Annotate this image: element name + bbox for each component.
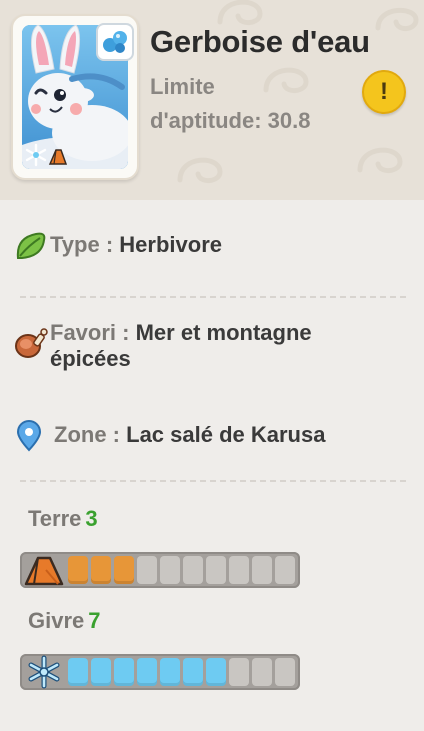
level-segment-filled — [91, 658, 111, 686]
aptitude-label: Limite — [150, 74, 215, 99]
level-segment-filled — [91, 556, 111, 584]
aptitude-value: d'aptitude: 30.8 — [150, 108, 311, 133]
snowflake-icon — [28, 655, 60, 689]
divider — [20, 296, 406, 298]
earth-pyramid-icon — [24, 556, 64, 586]
element-badge — [96, 23, 134, 61]
work-label-givre: Givre 7 — [28, 608, 101, 634]
level-segment-empty — [137, 556, 157, 584]
water-drop-icon — [103, 31, 127, 53]
zone-label: Zone : — [54, 422, 120, 447]
map-pin-icon — [16, 420, 42, 452]
level-segment-filled — [68, 658, 88, 686]
favori-value-line1: Mer et montagne — [135, 320, 312, 345]
level-segment-empty — [275, 556, 295, 584]
work-bar-givre — [20, 654, 300, 690]
level-segment-empty — [229, 658, 249, 686]
snowflake-icon — [25, 143, 47, 167]
favori-value-line2: épicées — [50, 346, 131, 371]
work-bar-terre — [20, 552, 300, 588]
level-segment-filled — [183, 658, 203, 686]
level-segment-empty — [229, 556, 249, 584]
work-level: 3 — [85, 506, 98, 531]
level-segment-filled — [114, 556, 134, 584]
level-segment-empty — [252, 556, 272, 584]
level-segment-filled — [114, 658, 134, 686]
favori-label: Favori : — [50, 320, 130, 345]
work-level: 7 — [88, 608, 101, 633]
swirl-decoration-icon — [357, 147, 403, 173]
work-name: Terre — [28, 506, 82, 531]
aptitude-limit: Limite d'aptitude: 30.8 — [150, 70, 360, 138]
swirl-decoration-icon — [177, 157, 223, 183]
level-segment-filled — [137, 658, 157, 686]
level-segment-filled — [160, 658, 180, 686]
work-name: Givre — [28, 608, 85, 633]
zone-value: Lac salé de Karusa — [126, 422, 326, 447]
zone-row: Zone : Lac salé de Karusa — [14, 420, 414, 452]
level-segment-filled — [68, 556, 88, 584]
alert-button[interactable]: ! — [362, 70, 406, 114]
level-segment-empty — [275, 658, 295, 686]
leaf-icon — [16, 232, 46, 259]
level-segment-filled — [206, 658, 226, 686]
favori-row: Favori : Mer et montagne épicées — [14, 320, 414, 374]
work-label-terre: Terre 3 — [28, 506, 98, 532]
level-segment-empty — [206, 556, 226, 584]
divider — [20, 480, 406, 482]
earth-pyramid-icon — [48, 149, 68, 165]
level-segment-empty — [183, 556, 203, 584]
level-segment-empty — [160, 556, 180, 584]
pal-name: Gerboise d'eau — [150, 24, 370, 59]
type-row: Type : Herbivore — [14, 232, 414, 262]
meat-icon — [15, 328, 48, 358]
swirl-decoration-icon — [375, 7, 419, 31]
type-value: Herbivore — [119, 232, 222, 257]
level-segment-empty — [252, 658, 272, 686]
type-label: Type : — [50, 232, 114, 257]
pal-header: Gerboise d'eau Limite d'aptitude: 30.8 ! — [0, 0, 424, 200]
